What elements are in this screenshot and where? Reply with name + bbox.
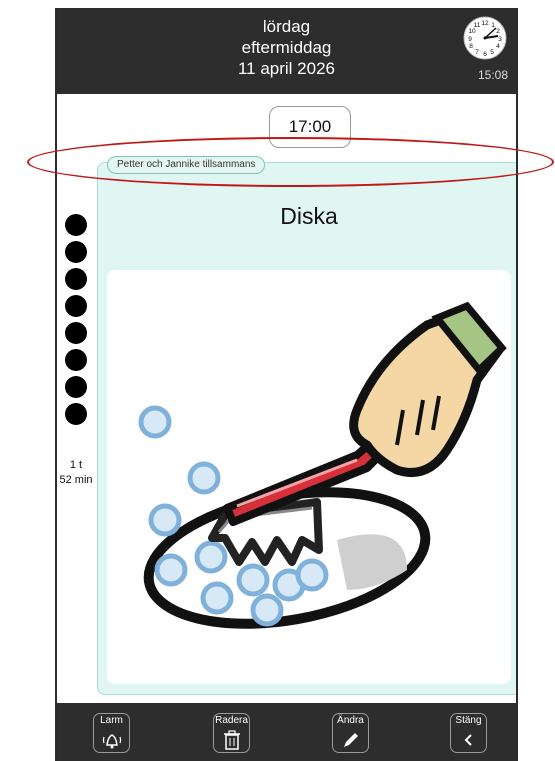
remaining-hours: 1 t	[69, 459, 83, 471]
svg-text:2: 2	[496, 28, 500, 35]
svg-text:10: 10	[468, 28, 476, 35]
svg-text:12: 12	[481, 20, 489, 27]
trash-icon	[223, 730, 240, 750]
date-label: 11 april 2026	[237, 59, 336, 78]
time-dot	[65, 376, 87, 398]
svg-text:5: 5	[490, 49, 494, 56]
date-header: lördag eftermiddag 11 april 2026 12 1 2 34…	[57, 8, 516, 94]
close-button[interactable]: Stäng	[450, 713, 487, 753]
delete-label: Radera	[215, 715, 248, 726]
svg-text:6: 6	[483, 51, 487, 58]
alarm-button[interactable]: Larm	[93, 713, 130, 753]
bottom-toolbar: Larm Radera Ändra Stäng	[57, 703, 516, 761]
svg-text:1: 1	[491, 22, 495, 29]
time-dot	[65, 403, 87, 425]
clock-digital-time: 15:08	[477, 68, 508, 82]
time-dot	[65, 241, 87, 263]
edit-button[interactable]: Ändra	[332, 713, 369, 753]
svg-text:3: 3	[498, 36, 502, 43]
day-label: lördag	[262, 17, 311, 36]
pencil-icon	[343, 733, 358, 747]
svg-text:11: 11	[474, 22, 481, 29]
device-screen: lördag eftermiddag 11 april 2026 12 1 2 34…	[55, 8, 518, 761]
edit-label: Ändra	[337, 715, 364, 726]
svg-text:8: 8	[469, 43, 473, 50]
dishwashing-icon	[138, 301, 507, 629]
svg-text:4: 4	[496, 43, 500, 50]
time-dot	[65, 214, 87, 236]
remaining-minutes: 52 min	[59, 474, 93, 486]
activity-title: Diska	[280, 203, 338, 229]
close-label: Stäng	[455, 715, 482, 726]
time-remaining-dots	[65, 214, 95, 430]
delete-button[interactable]: Radera	[213, 713, 250, 753]
time-dot	[65, 322, 87, 344]
time-dot	[65, 268, 87, 290]
activity-image	[107, 270, 511, 684]
highlight-ellipse	[27, 137, 554, 187]
bell-icon	[102, 734, 121, 749]
period-label: eftermiddag	[241, 38, 332, 57]
analog-clock-icon: 12 12 345 678 91011	[463, 16, 507, 60]
time-dot	[65, 295, 87, 317]
svg-text:7: 7	[475, 49, 479, 56]
svg-text:9: 9	[468, 36, 472, 43]
time-dot	[65, 349, 87, 371]
chevron-left-icon	[464, 734, 472, 746]
time-remaining-text: 1 t 52 min	[57, 458, 95, 488]
alarm-label: Larm	[100, 715, 123, 726]
